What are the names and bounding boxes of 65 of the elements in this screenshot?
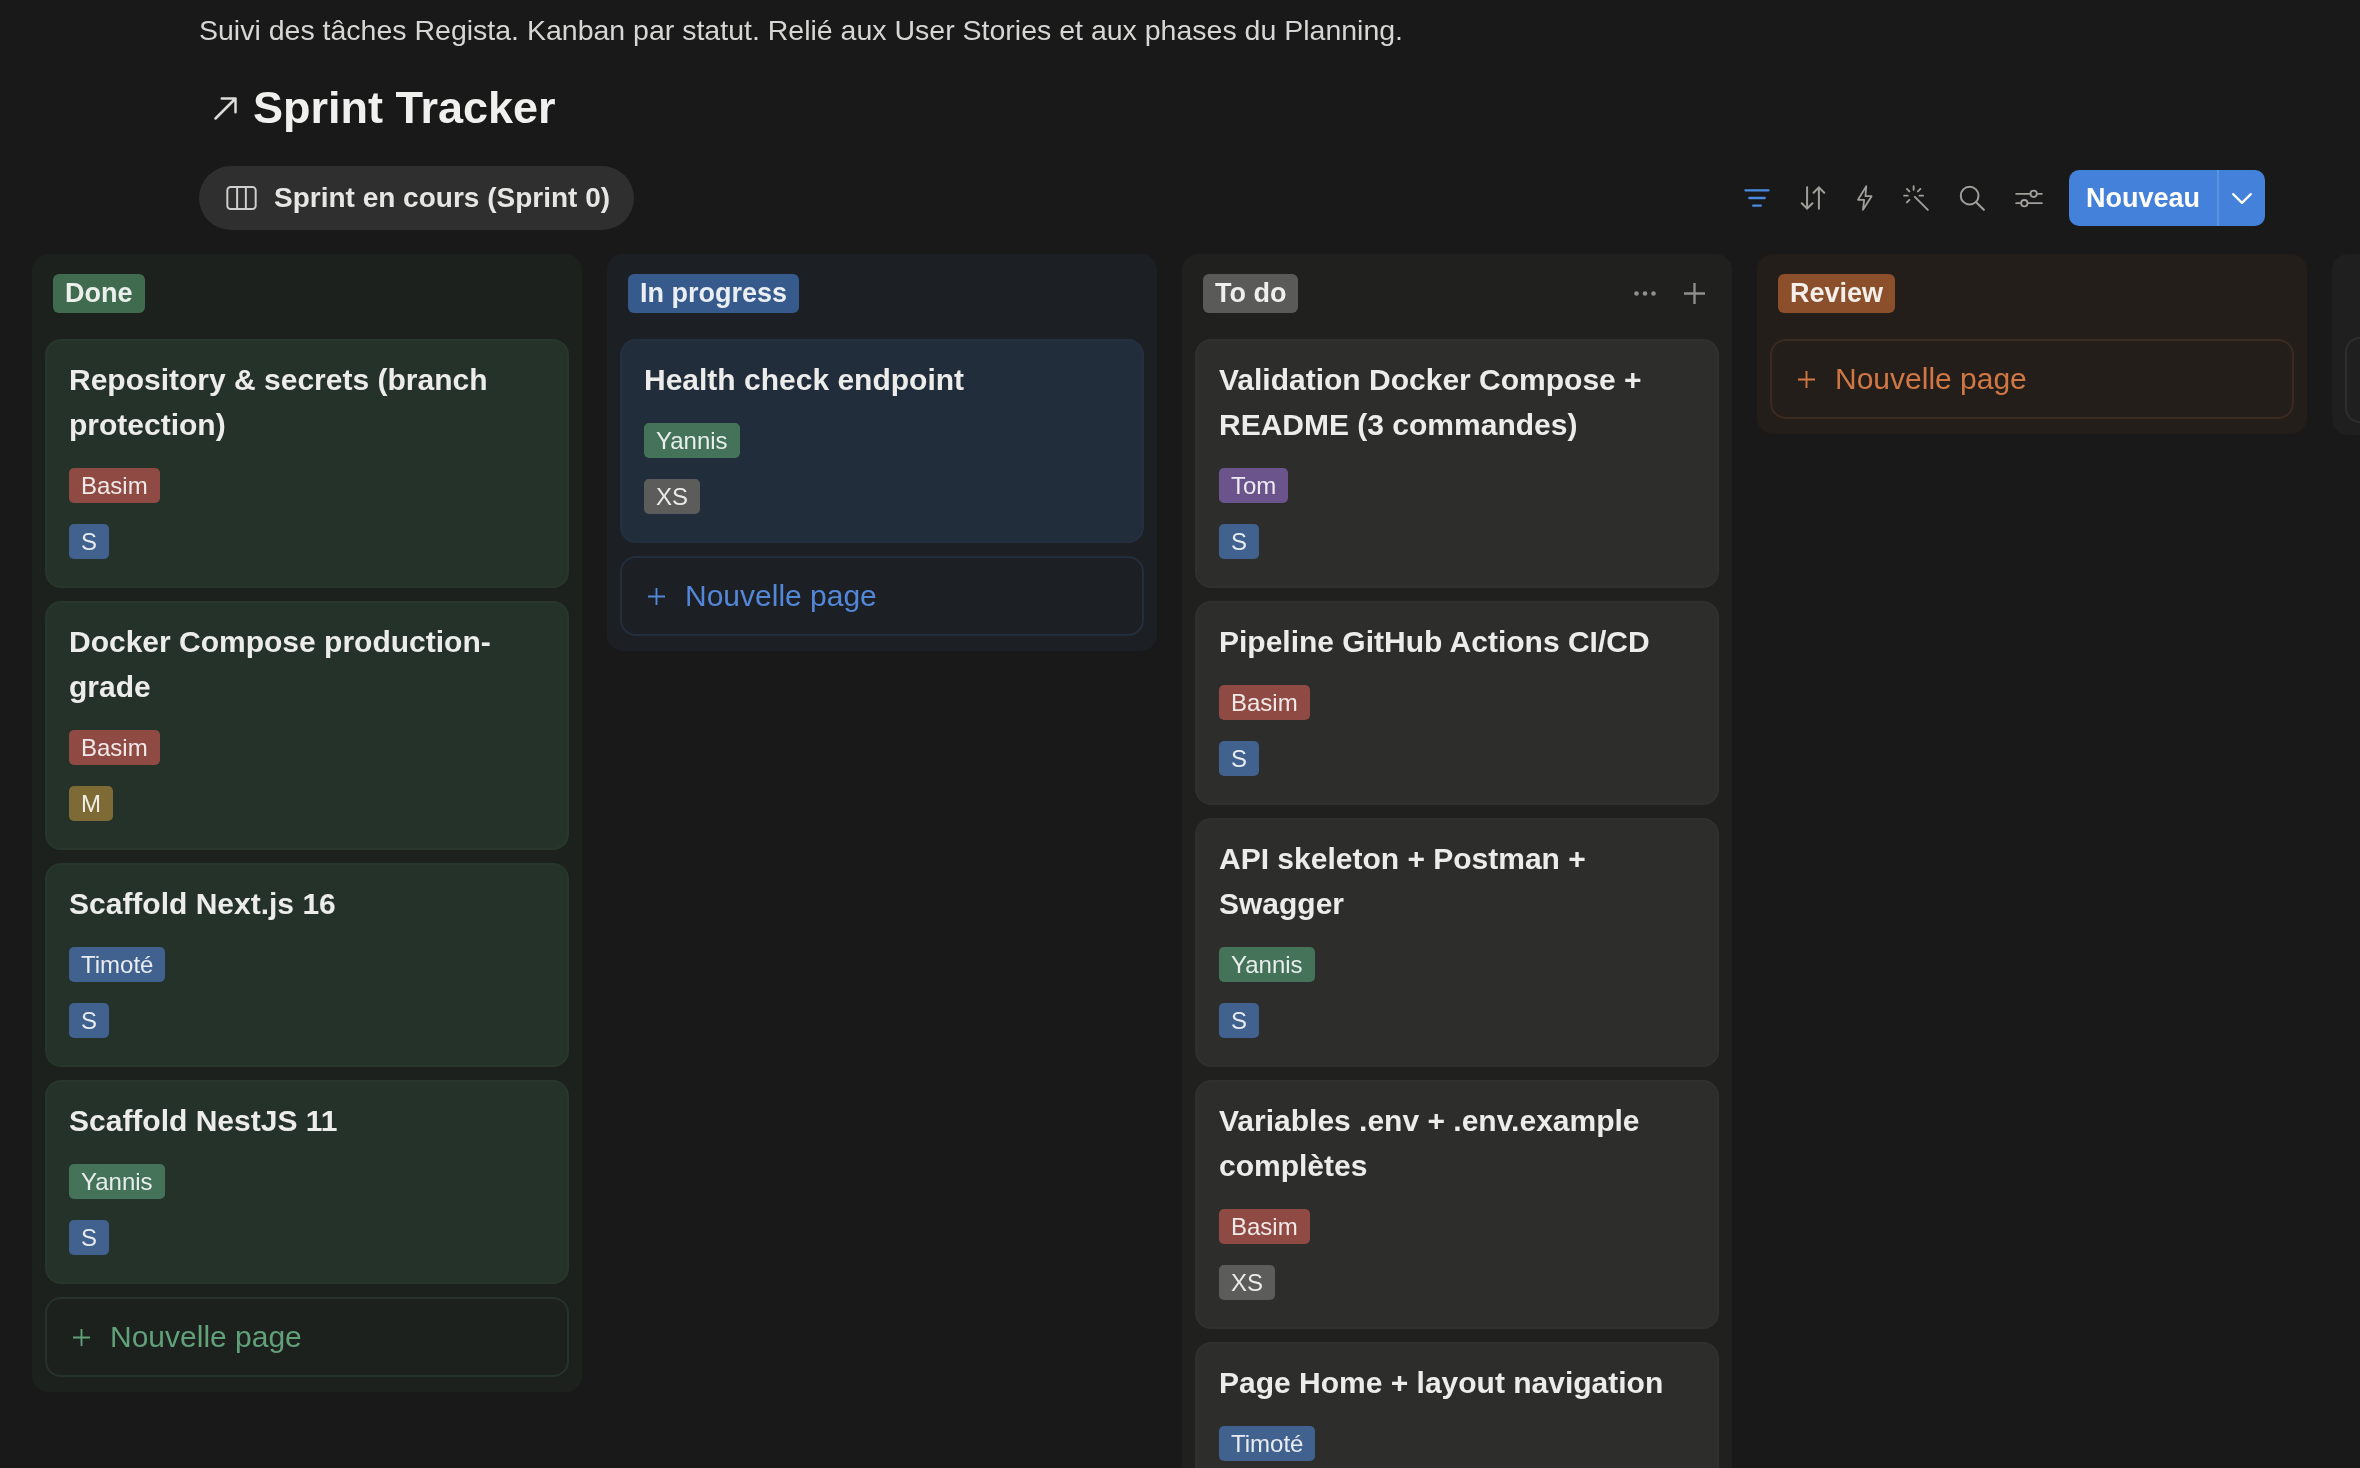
more-icon[interactable]	[1634, 291, 1656, 296]
task-card[interactable]: Repository & secrets (branch protection) Basim S	[45, 339, 569, 588]
card-tag: Basim	[1219, 1209, 1310, 1244]
task-card[interactable]: Validation Docker Compose + README (3 commandes) Tom S	[1195, 339, 1719, 588]
board-icon	[226, 186, 257, 210]
card-title: Variables .env + .env.example complètes	[1219, 1103, 1641, 1184]
plus-icon	[1798, 370, 1815, 388]
task-card[interactable]: Scaffold Next.js 16 Timoté S	[45, 863, 569, 1067]
new-page-button[interactable]: Nouvelle page	[45, 1297, 569, 1377]
card-tag: XS	[644, 479, 700, 514]
card-tag: Basim	[1219, 685, 1310, 720]
sort-icon[interactable]	[1799, 186, 1826, 210]
card-title: Docker Compose production-grade	[69, 624, 492, 705]
page-title: Sprint Tracker	[253, 81, 556, 135]
plus-icon[interactable]	[1684, 283, 1705, 304]
status-label: In progress	[628, 274, 800, 313]
view-tab[interactable]: Sprint en cours (Sprint 0)	[199, 166, 635, 230]
card-title: Scaffold NestJS 11	[69, 1103, 339, 1139]
task-card[interactable]: Health check endpoint Yannis XS	[620, 339, 1144, 543]
card-tag: Basim	[69, 468, 160, 503]
filter-icon[interactable]	[1743, 189, 1770, 207]
card-tag: Yannis	[1219, 947, 1315, 982]
task-card[interactable]: Page Home + layout navigation Timoté	[1195, 1342, 1719, 1468]
task-card[interactable]: Docker Compose production-grade Basim M	[45, 601, 569, 850]
task-card[interactable]: Variables .env + .env.example complètes Basim XS	[1195, 1080, 1719, 1329]
card-tag: S	[69, 524, 109, 559]
dropdown-button[interactable]	[2217, 170, 2265, 226]
card-tag: M	[69, 786, 113, 821]
card-tag: S	[1219, 524, 1259, 559]
card-tag: Timoté	[1219, 1426, 1316, 1461]
card-tag: S	[1219, 1003, 1259, 1038]
status-label: Done	[53, 274, 145, 313]
card-tag: Yannis	[644, 423, 740, 458]
new-page-button[interactable]: Nouvelle page	[1770, 339, 2294, 419]
page-description: Suivi des tâches Regista. Kanban par statut. Relié aux User Stories et aux phases du Planning.	[199, 13, 1405, 48]
card-tag: XS	[1219, 1265, 1275, 1300]
card-tag: Tom	[1219, 468, 1289, 503]
card-tag: S	[1219, 741, 1259, 776]
new-page-button[interactable]: Nouvelle page	[620, 556, 1144, 636]
card-title: Scaffold Next.js 16	[69, 886, 337, 922]
chevron-down-icon	[2232, 192, 2252, 204]
task-card[interactable]: Scaffold NestJS 11 Yannis S	[45, 1080, 569, 1284]
plus-icon	[73, 1328, 90, 1346]
task-card[interactable]: Pipeline GitHub Actions CI/CD Basim S	[1195, 601, 1719, 805]
card-tag: S	[69, 1220, 109, 1255]
card-title: Repository & secrets (branch protection)	[69, 362, 489, 443]
sliders-icon[interactable]	[2014, 188, 2043, 208]
arrow-icon	[213, 95, 238, 121]
plus-icon	[648, 587, 665, 605]
card-tag: S	[69, 1003, 109, 1038]
search-icon[interactable]	[1958, 185, 1985, 211]
new-button[interactable]: Nouveau	[2068, 170, 2217, 226]
lightning-icon[interactable]	[1855, 185, 1873, 211]
card-tag: Timoté	[69, 947, 166, 982]
card-tag: Basim	[69, 730, 160, 765]
card-title: API skeleton + Postman + Swagger	[1219, 841, 1587, 922]
task-card[interactable]: API skeleton + Postman + Swagger Yannis S	[1195, 818, 1719, 1067]
card-title: Validation Docker Compose + README (3 commandes)	[1219, 362, 1643, 443]
card-title: Page Home + layout navigation	[1219, 1365, 1665, 1401]
card-title: Pipeline GitHub Actions CI/CD	[1219, 624, 1651, 660]
card-title: Health check endpoint	[644, 362, 966, 398]
card-tag: Yannis	[69, 1164, 165, 1199]
status-label: Review	[1778, 274, 1896, 313]
status-label: To do	[1203, 274, 1299, 313]
magic-wand-icon[interactable]	[1902, 185, 1929, 211]
